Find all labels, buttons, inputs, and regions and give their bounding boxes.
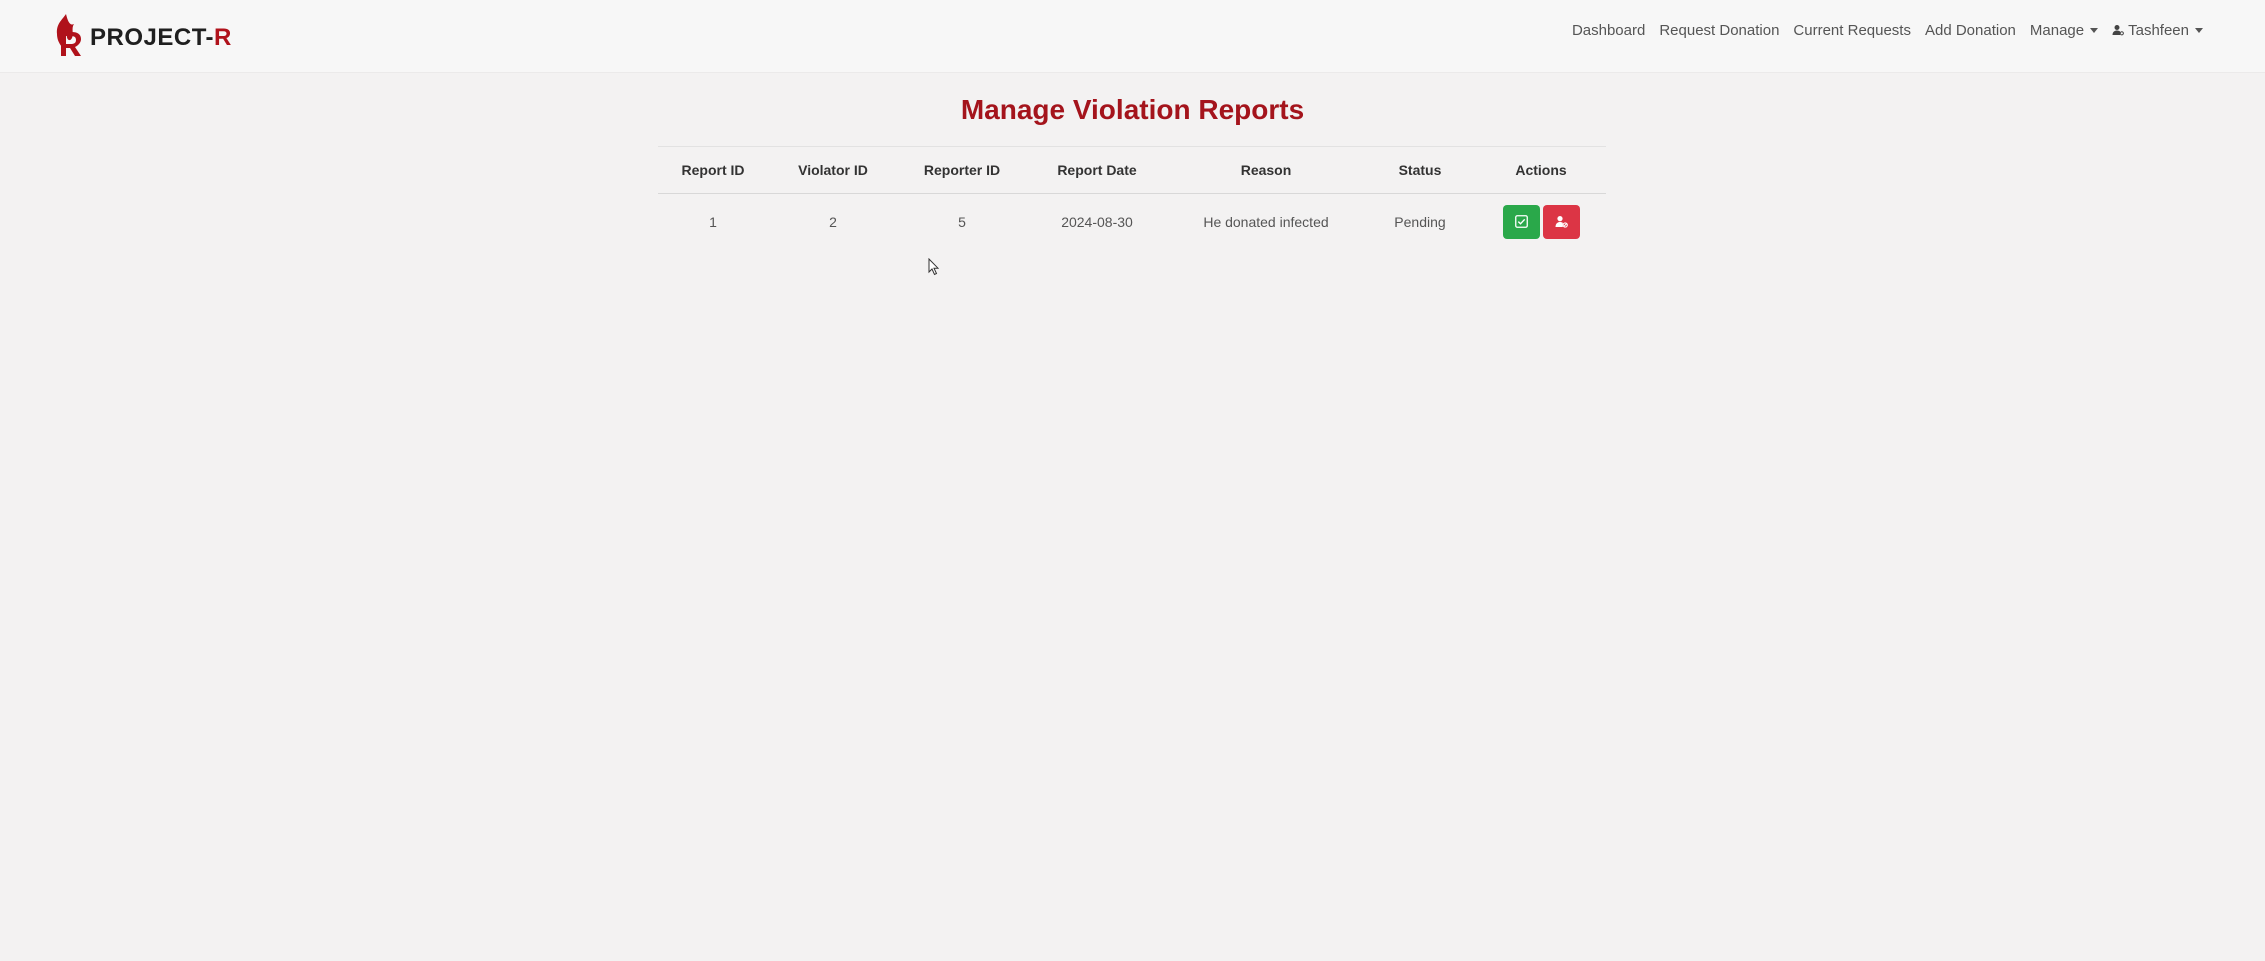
approve-button[interactable] (1502, 205, 1540, 239)
user-ban-icon (1555, 216, 1568, 228)
cell-status: Pending (1394, 214, 1446, 230)
caret-down-icon (2195, 28, 2203, 33)
violation-reports-table: Report ID Violator ID Reporter ID Report… (658, 146, 1606, 250)
cell-reason: He donated infected (1203, 214, 1329, 230)
header-reporter-id: Reporter ID (898, 146, 1026, 194)
nav-manage-label: Manage (2029, 22, 2085, 39)
nav-user-label: Tashfeen (2128, 22, 2189, 39)
main-nav: Dashboard Request Donation Current Reque… (1572, 22, 2203, 39)
header-actions: Actions (1476, 146, 1606, 194)
cell-report-id: 1 (709, 214, 717, 230)
header-report-id: Report ID (658, 146, 768, 194)
cell-actions (1476, 194, 1606, 251)
caret-down-icon (2090, 28, 2099, 33)
user-gear-icon (2112, 25, 2125, 36)
brand-name: PROJECT-R (90, 24, 232, 51)
ban-user-button[interactable] (1542, 205, 1580, 239)
cell-report-date: 2024-08-30 (1061, 214, 1133, 230)
nav-user-dropdown[interactable]: Tashfeen (2112, 22, 2203, 39)
header-report-date: Report Date (1026, 146, 1168, 194)
mouse-cursor-icon (928, 257, 940, 281)
header-violator-id: Violator ID (768, 146, 898, 194)
nav-add-donation[interactable]: Add Donation (1925, 22, 2016, 39)
page-title: Manage Violation Reports (960, 94, 1305, 125)
nav-current-requests[interactable]: Current Requests (1793, 22, 1911, 39)
cell-reporter-id: 5 (958, 214, 966, 230)
brand[interactable]: PROJECT-R (52, 8, 232, 62)
navbar: PROJECT-R Dashboard Request Donation Cur… (0, 0, 2265, 72)
nav-manage-dropdown[interactable]: Manage (2029, 22, 2099, 39)
cell-violator-id: 2 (829, 214, 837, 230)
table-header-row: Report ID Violator ID Reporter ID Report… (658, 146, 1606, 194)
nav-dashboard[interactable]: Dashboard (1572, 22, 1645, 39)
header-reason: Reason (1168, 146, 1364, 194)
header-status: Status (1364, 146, 1476, 194)
flame-r-logo-icon (52, 12, 88, 58)
table-row: 1 2 5 2024-08-30 He donated infected Pen… (658, 194, 1606, 251)
check-square-icon (1514, 215, 1528, 228)
nav-request-donation[interactable]: Request Donation (1659, 22, 1779, 39)
